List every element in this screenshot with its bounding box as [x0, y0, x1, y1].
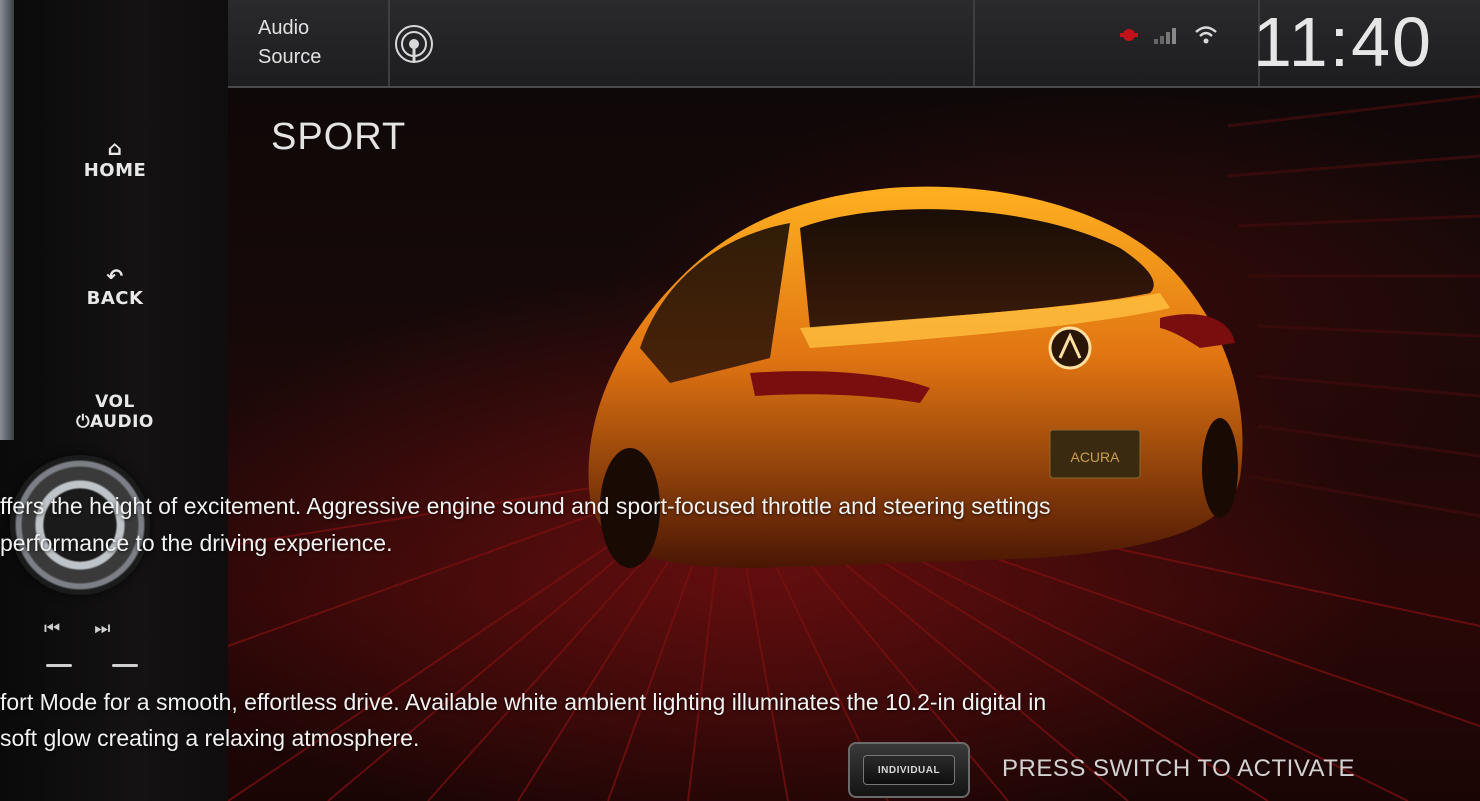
divider [388, 0, 390, 86]
sport-description-line2: performance to the driving experience. [0, 530, 393, 556]
comfort-description-line2: soft glow creating a relaxing atmosphere… [0, 725, 420, 751]
satellite-icon [1120, 29, 1138, 41]
clock: 11:40 [1253, 3, 1433, 81]
volume-audio-button[interactable]: VOL ⏻AUDIO [76, 392, 154, 432]
back-arrow-icon: ↶ [106, 264, 124, 288]
infotainment-screen: ACURA ⌂ HOME ↶ BACK VOL ⏻AUDIO ⏮ ⏭ Audio [0, 0, 1480, 801]
track-indicator-right [112, 664, 138, 667]
car-illustration: ACURA [588, 186, 1243, 568]
bezel-trim [0, 0, 14, 440]
individual-mode-switch[interactable]: INDIVIDUAL [848, 742, 970, 798]
svg-text:ACURA: ACURA [1070, 449, 1120, 465]
home-button[interactable]: ⌂ HOME [78, 138, 152, 181]
radio-antenna-icon[interactable] [392, 22, 436, 66]
audio-source-label-line1: Audio [258, 17, 310, 39]
track-buttons: ⏮ ⏭ [44, 618, 110, 639]
status-bar: Audio Source 11:40 [228, 0, 1480, 88]
audio-source-button[interactable]: Audio Source [258, 14, 321, 72]
home-label: HOME [83, 160, 147, 181]
back-button[interactable]: ↶ BACK [78, 266, 152, 309]
hardware-bezel: ⌂ HOME ↶ BACK VOL ⏻AUDIO ⏮ ⏭ [0, 0, 228, 801]
divider [973, 0, 975, 86]
activation-instruction: PRESS SWITCH TO ACTIVATE [1002, 755, 1355, 782]
previous-track-icon[interactable]: ⏮ [44, 618, 60, 639]
audio-power-label: ⏻AUDIO [76, 412, 154, 432]
wifi-icon [1195, 26, 1217, 44]
status-icons [1118, 24, 1218, 46]
comfort-description-line1: fort Mode for a smooth, effortless drive… [0, 689, 1047, 715]
next-track-icon[interactable]: ⏭ [94, 618, 110, 639]
signal-strength-icon [1154, 28, 1176, 44]
volume-knob[interactable] [10, 455, 150, 595]
individual-switch-label: INDIVIDUAL [863, 755, 955, 785]
vol-label: VOL [95, 392, 135, 412]
track-indicator-left [46, 664, 72, 667]
sport-description-line1: ffers the height of excitement. Aggressi… [0, 493, 1051, 519]
audio-source-label-line2: Source [258, 46, 322, 68]
drive-mode-title: SPORT [271, 116, 407, 158]
home-icon: ⌂ [107, 136, 123, 160]
back-label: BACK [86, 288, 144, 309]
